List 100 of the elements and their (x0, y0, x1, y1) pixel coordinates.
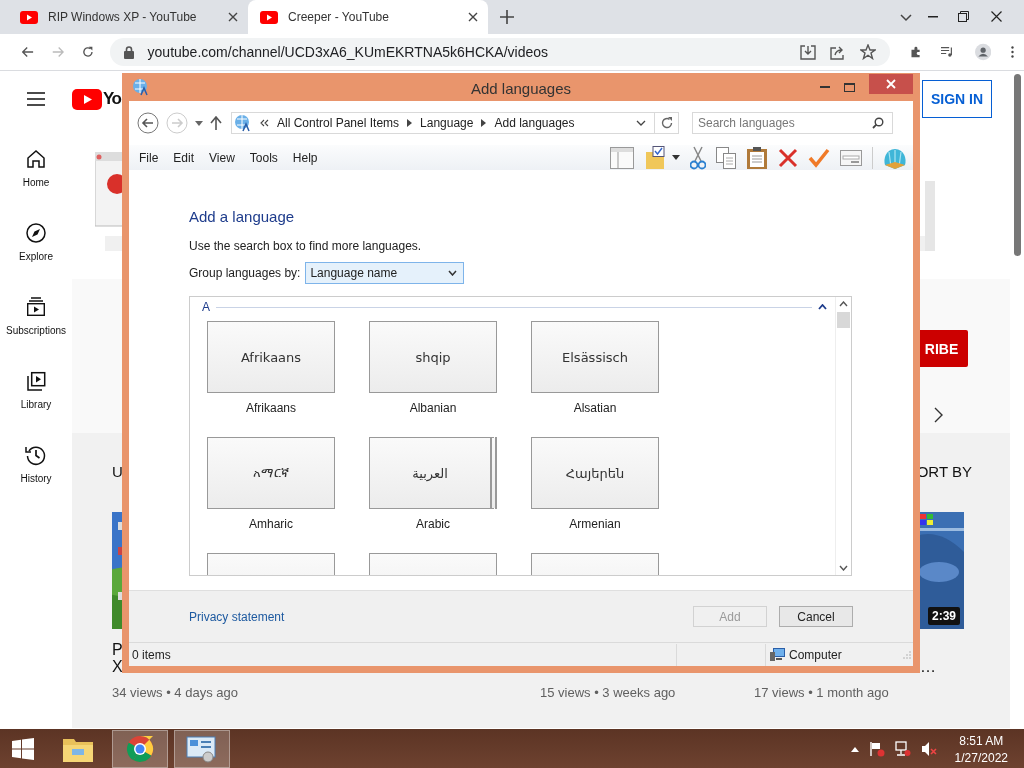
menu-item[interactable]: File (139, 150, 159, 165)
clock-time[interactable]: 8:51 AM (959, 733, 1004, 748)
close-button[interactable] (869, 74, 913, 94)
taskbar-button[interactable] (174, 730, 230, 768)
breadcrumb-item[interactable]: Add languages (494, 116, 575, 130)
cancel-button[interactable]: Cancel (779, 606, 853, 627)
copy-icon[interactable] (716, 146, 736, 169)
resize-grip-icon[interactable] (903, 650, 911, 659)
language-tile[interactable]: العربية (369, 437, 497, 509)
sidebar-item[interactable]: Home (22, 141, 50, 215)
scroll-down-icon[interactable] (839, 565, 848, 571)
caret-right-icon[interactable] (481, 119, 487, 127)
globe-icon (234, 114, 252, 132)
status-location: Computer (789, 647, 842, 662)
caret-down-icon[interactable] (195, 120, 203, 126)
scissors-icon[interactable] (690, 145, 706, 170)
browser-tab[interactable]: Creeper - YouTube (248, 0, 488, 34)
share-icon[interactable] (829, 44, 846, 60)
minimize-icon[interactable] (820, 85, 830, 89)
double-chevron-icon[interactable] (260, 119, 269, 127)
taskbar-button[interactable] (112, 730, 168, 768)
more-menu-icon[interactable] (1011, 44, 1015, 60)
menu-item[interactable]: Help (292, 150, 318, 165)
menu-item[interactable]: View (209, 150, 235, 165)
language-tile[interactable]: Afrikaans (207, 321, 335, 393)
media-icon[interactable] (941, 45, 955, 59)
layout-pane-icon[interactable] (610, 146, 634, 169)
library-icon (24, 369, 48, 393)
language-tile[interactable]: shqip (369, 321, 497, 393)
video-title[interactable]: X (112, 658, 123, 675)
language-tile[interactable]: Հայերեն (531, 437, 659, 509)
restore-icon[interactable] (958, 11, 969, 22)
flag-icon[interactable] (868, 741, 885, 757)
play-logo-icon[interactable] (72, 88, 102, 110)
video-title[interactable]: P (112, 641, 123, 658)
speaker-muted-icon[interactable] (920, 741, 937, 757)
scroll-up-icon[interactable] (839, 301, 848, 307)
refresh-button[interactable] (654, 112, 679, 134)
video-title[interactable]: … (920, 658, 936, 675)
plus-icon[interactable] (500, 10, 514, 24)
sidebar-item[interactable]: Library (20, 363, 52, 437)
collapse-icon[interactable] (818, 304, 827, 310)
group-by-dropdown[interactable]: Language name (305, 262, 465, 284)
video-meta: 15 views • 3 weeks ago (540, 685, 676, 700)
sidebar-item[interactable]: Explore (19, 215, 53, 289)
properties-icon[interactable] (840, 149, 862, 166)
scrollbar-thumb[interactable] (837, 312, 850, 328)
maximize-icon[interactable] (844, 82, 855, 92)
computer-icon (770, 648, 785, 661)
address-bar[interactable]: youtube.com/channel/UCD3xA6_KUmEKRTNA5k6HCKA/videos (109, 38, 890, 66)
chevron-down-icon[interactable] (636, 120, 646, 126)
group-header[interactable]: A (202, 300, 210, 314)
chevron-down-icon (448, 270, 458, 276)
breadcrumb-item[interactable]: All Control Panel Items (277, 116, 400, 130)
sign-in-button[interactable]: SIGN IN (922, 80, 992, 118)
close-icon[interactable] (468, 12, 478, 22)
menu-item[interactable]: Edit (173, 150, 195, 165)
menu-icon[interactable] (27, 92, 45, 106)
caret-up-icon[interactable] (850, 746, 859, 752)
chevron-right-icon[interactable] (934, 407, 944, 423)
language-tile[interactable]: አማርኛ (207, 437, 335, 509)
close-icon[interactable] (991, 11, 1002, 22)
scrollbar-thumb[interactable] (1014, 74, 1021, 256)
menu-item[interactable]: Tools (249, 150, 278, 165)
search-field[interactable]: Search languages (692, 112, 893, 134)
url-text: youtube.com/channel/UCD3xA6_KUmEKRTNA5k6HCKA/videos (147, 44, 549, 60)
sidebar-item[interactable]: History (20, 437, 52, 511)
close-icon (886, 79, 896, 89)
checkmark-icon[interactable] (808, 147, 830, 168)
browser-tab[interactable]: RIP Windows XP - YouTube (8, 0, 248, 34)
back-icon[interactable] (22, 45, 34, 59)
up-arrow-icon[interactable] (210, 116, 222, 130)
breadcrumb-item[interactable]: Language (420, 116, 474, 130)
address-bar[interactable]: All Control Panel Items Language Add languages (231, 112, 655, 134)
reload-icon[interactable] (81, 44, 94, 60)
home-icon (24, 147, 48, 171)
close-icon[interactable] (228, 12, 238, 22)
language-tile[interactable]: Elsässisch (531, 321, 659, 393)
privacy-link[interactable]: Privacy statement (189, 609, 285, 624)
back-icon[interactable] (137, 112, 159, 134)
page-heading: Add a language (189, 208, 295, 225)
play-logo-icon (20, 10, 38, 24)
caret-down-icon[interactable] (672, 155, 680, 160)
folder-check-icon[interactable] (644, 145, 666, 170)
clipboard-icon[interactable] (746, 145, 768, 170)
profile-avatar-icon[interactable] (974, 41, 992, 63)
video-meta: 17 views • 1 month ago (754, 685, 889, 700)
network-icon[interactable] (894, 741, 911, 757)
minimize-icon[interactable] (928, 16, 938, 18)
delete-icon[interactable] (778, 147, 798, 168)
star-icon[interactable] (859, 44, 876, 60)
install-icon[interactable] (799, 44, 816, 60)
start-button[interactable] (12, 738, 34, 760)
clock-date[interactable]: 1/27/2022 (954, 750, 1008, 765)
search-input[interactable]: Search languages (698, 116, 872, 130)
sidebar-item[interactable]: Subscriptions (6, 289, 66, 363)
caret-right-icon[interactable] (407, 119, 413, 127)
chevron-down-icon[interactable] (900, 14, 912, 22)
puzzle-icon[interactable] (909, 44, 922, 60)
status-text: 0 items (132, 647, 171, 662)
